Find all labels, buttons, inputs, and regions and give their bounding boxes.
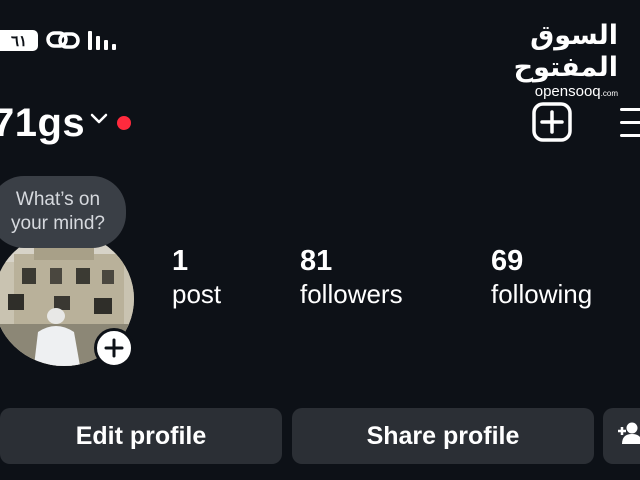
chevron-down-icon[interactable] bbox=[90, 112, 108, 130]
signal-icon bbox=[88, 30, 116, 50]
share-profile-button[interactable]: Share profile bbox=[292, 408, 594, 464]
menu-icon[interactable] bbox=[620, 108, 640, 147]
posts-stat[interactable]: 1 post bbox=[172, 244, 221, 310]
posts-label: post bbox=[172, 279, 222, 309]
discover-people-button[interactable] bbox=[603, 408, 640, 464]
followers-stat[interactable]: 81 followers bbox=[300, 244, 403, 310]
link-icon bbox=[46, 28, 80, 57]
battery-level: ٦١ bbox=[10, 32, 28, 50]
following-label: following bbox=[491, 279, 593, 309]
edit-profile-button[interactable]: Edit profile bbox=[0, 408, 282, 464]
watermark-latin: opensooq.com bbox=[534, 83, 618, 100]
add-post-icon[interactable] bbox=[532, 102, 572, 142]
note-bubble-line2: your mind? bbox=[11, 213, 105, 234]
followers-count: 81 bbox=[300, 245, 333, 277]
note-bubble-line1: What’s on bbox=[15, 189, 101, 210]
posts-count: 1 bbox=[172, 245, 189, 277]
notification-dot bbox=[117, 116, 131, 130]
username[interactable]: 71gs bbox=[0, 98, 85, 148]
opensooq-watermark: السوق المفتوح opensooq.com bbox=[468, 20, 618, 102]
followers-label: followers bbox=[300, 279, 403, 309]
following-count: 69 bbox=[491, 245, 524, 277]
add-story-icon[interactable] bbox=[94, 328, 134, 368]
add-person-icon bbox=[617, 421, 640, 452]
battery-icon: ٦١ bbox=[0, 30, 38, 51]
watermark-arabic: السوق المفتوح bbox=[513, 20, 618, 83]
following-stat[interactable]: 69 following bbox=[491, 244, 592, 310]
note-bubble[interactable]: What’s on your mind? bbox=[0, 176, 126, 248]
